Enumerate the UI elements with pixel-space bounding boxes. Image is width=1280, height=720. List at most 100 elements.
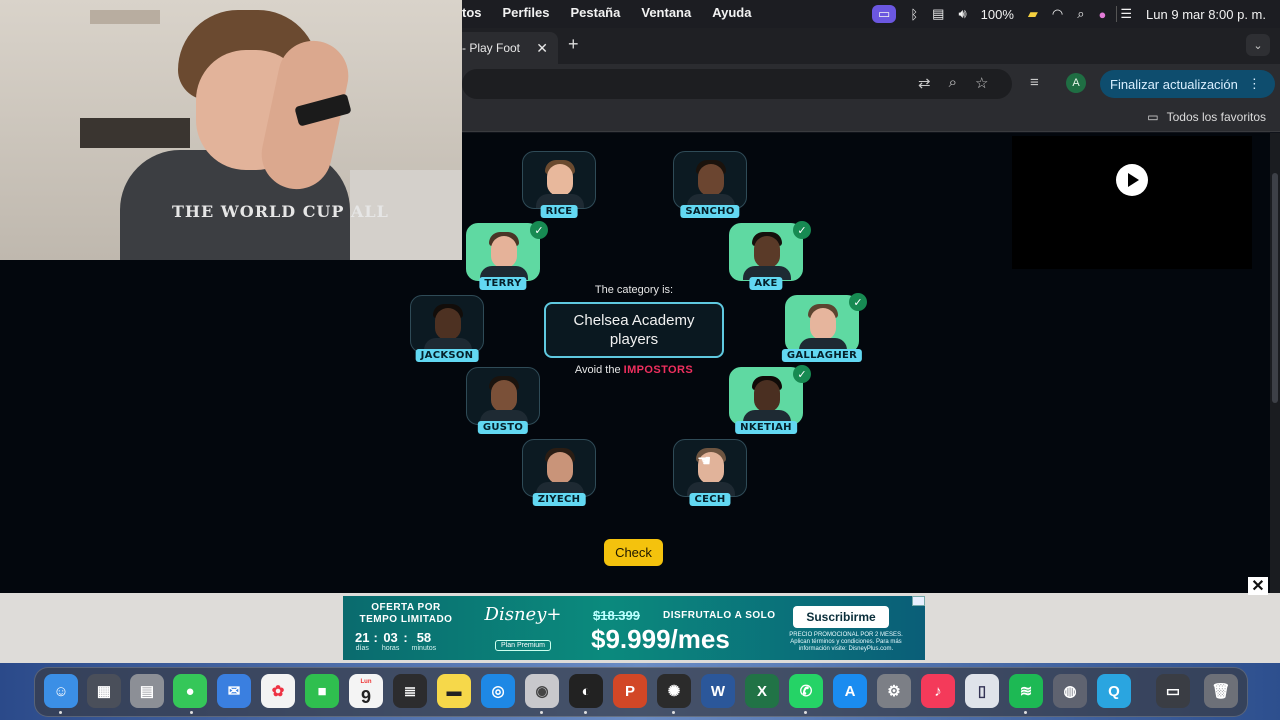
mail-icon[interactable]: ✉ <box>217 674 251 708</box>
menu-item-ventana[interactable]: Ventana <box>641 5 691 20</box>
powerpoint-icon[interactable]: P <box>613 674 647 708</box>
player-name: ZIYECH <box>532 493 586 506</box>
screen-record-icon[interactable]: ▭ <box>872 5 897 23</box>
close-icon[interactable]: ✕ <box>536 40 548 57</box>
system-settings-icon[interactable]: ⚙ <box>877 674 911 708</box>
reminders-icon[interactable]: ≣ <box>393 674 427 708</box>
whatsapp-icon[interactable]: ✆ <box>789 674 823 708</box>
subscribe-button[interactable]: Suscribirme <box>793 606 889 628</box>
facetime-icon[interactable]: ■ <box>305 674 339 708</box>
menubar-menu: tos Perfiles Pestaña Ventana Ayuda <box>462 5 751 20</box>
chrome-icon[interactable]: ◉ <box>525 674 559 708</box>
ad-hours-label: horas <box>381 645 400 652</box>
scrollbar-thumb[interactable] <box>1272 173 1278 403</box>
display-icon[interactable]: ▤ <box>932 6 944 22</box>
photos-icon[interactable]: ✿ <box>261 674 295 708</box>
ad-days-label: días <box>355 645 369 652</box>
ad-tagline: DISFRUTALO A SOLO <box>663 610 776 621</box>
search-icon[interactable]: ⌕ <box>1077 6 1084 22</box>
shirt-text: THE WORLD CUP ALL <box>172 202 389 221</box>
disk-utility-icon[interactable]: ◍ <box>1053 674 1087 708</box>
bluetooth-icon[interactable]: ᛒ <box>910 7 918 22</box>
zoom-icon[interactable]: ⌕ <box>949 74 957 92</box>
avatar[interactable]: A <box>1066 73 1086 93</box>
hand-cursor-icon: ☚ <box>697 453 712 470</box>
check-button[interactable]: Check <box>604 539 663 566</box>
ad-close-button[interactable]: ✕ <box>1248 577 1268 595</box>
finder-icon[interactable]: ☺ <box>44 674 78 708</box>
disney-ad-banner[interactable]: OFERTA POR TEMPO LIMITADO 21 días : 03 hor… <box>343 596 925 660</box>
wifi-icon[interactable]: ◠ <box>1052 6 1063 22</box>
more-icon[interactable]: ⋮ <box>1248 76 1261 92</box>
menu-item-perfiles[interactable]: Perfiles <box>503 5 550 20</box>
menu-item-tos[interactable]: tos <box>462 5 482 20</box>
ad-price: $9.999/mes <box>591 624 730 654</box>
browser-tab[interactable]: - Play Foot ✕ <box>450 32 558 64</box>
player-card-jackson[interactable]: JACKSON <box>410 295 484 362</box>
player-card-sancho[interactable]: SANCHO <box>673 151 747 218</box>
player-name: GUSTO <box>477 421 529 434</box>
app-store-icon[interactable]: A <box>833 674 867 708</box>
update-button-label: Finalizar actualización <box>1110 76 1238 92</box>
menu-item-ayuda[interactable]: Ayuda <box>712 5 751 20</box>
safari-icon[interactable]: ◎ <box>481 674 515 708</box>
trash-icon[interactable]: 🗑︎ <box>1204 674 1238 708</box>
menu-item-pestana[interactable]: Pestaña <box>570 5 620 20</box>
messages-icon[interactable]: ● <box>173 674 207 708</box>
music-icon[interactable]: ♪ <box>921 674 955 708</box>
player-card-gusto[interactable]: GUSTO <box>466 367 540 434</box>
excel-icon[interactable]: X <box>745 674 779 708</box>
calendar-month: Lun <box>360 678 372 685</box>
player-card-nketiah[interactable]: NKETIAH ✓ <box>729 365 811 434</box>
player-card-terry[interactable]: TERRY ✓ <box>466 221 548 290</box>
control-center-icon[interactable]: ☰ <box>1120 6 1132 22</box>
video-player[interactable] <box>1012 136 1252 269</box>
reading-list-icon[interactable]: ≡ <box>1030 74 1039 91</box>
calendar-icon[interactable]: Lun 9 <box>349 674 383 708</box>
new-tab-button[interactable]: + <box>568 34 579 55</box>
player-card-ake[interactable]: AKE ✓ <box>729 221 811 290</box>
folder-icon: ▭ <box>1147 110 1159 124</box>
star-icon[interactable]: ☆ <box>975 74 988 92</box>
player-face <box>743 376 791 424</box>
update-button[interactable]: Finalizar actualización ⋮ <box>1100 70 1275 98</box>
launchpad-icon[interactable]: ▦ <box>87 674 121 708</box>
player-name: RICE <box>540 205 578 218</box>
quicktime-icon[interactable]: Q <box>1097 674 1131 708</box>
calculator-icon[interactable]: ▤ <box>130 674 164 708</box>
chatgpt-icon[interactable]: ✺ <box>657 674 691 708</box>
battery-percent: 100% <box>980 6 1014 22</box>
shelf <box>90 10 160 24</box>
player-card-ziyech[interactable]: ZIYECH <box>522 439 596 506</box>
siri-icon[interactable]: ● <box>1099 7 1107 22</box>
translate-icon[interactable]: ⇄ <box>918 74 931 92</box>
notes-icon[interactable]: ▬ <box>437 674 471 708</box>
bookmarks-folder[interactable]: ▭ Todos los favoritos <box>1147 110 1266 124</box>
preview-icon[interactable]: ▯ <box>965 674 999 708</box>
ad-hours: 03 <box>383 630 398 645</box>
ad-fine-print: PRECIO PROMOCIONAL POR 2 MESES. Aplican … <box>789 632 903 652</box>
adchoices-icon[interactable] <box>912 596 925 606</box>
page-scrollbar[interactable] <box>1270 133 1280 663</box>
volume-icon[interactable]: 🔊︎ <box>958 6 966 22</box>
player-name: SANCHO <box>680 205 740 218</box>
player-face <box>536 448 584 496</box>
word-icon[interactable]: W <box>701 674 735 708</box>
category-box: Chelsea Academy players <box>544 302 724 358</box>
player-name: AKE <box>749 277 783 290</box>
menubar-clock[interactable]: Lun 9 mar 8:00 p. m. <box>1146 7 1266 22</box>
player-photo <box>673 151 747 209</box>
play-icon[interactable] <box>1116 164 1148 196</box>
player-card-rice[interactable]: RICE <box>522 151 596 218</box>
player-photo <box>522 151 596 209</box>
ad-offer: OFERTA POR TEMPO LIMITADO <box>359 602 453 625</box>
bookmarks-divider <box>1116 6 1117 22</box>
chevron-down-icon[interactable]: ⌄ <box>1246 34 1270 56</box>
ad-minutes-label: minutos <box>411 645 437 652</box>
downloads-icon[interactable]: ▭ <box>1156 674 1190 708</box>
player-card-gallagher[interactable]: GALLAGHER ✓ <box>781 293 867 362</box>
obs-icon[interactable]: ◐ <box>569 674 603 708</box>
battery-icon[interactable]: ▰ <box>1028 6 1038 22</box>
ad-minutes: 58 <box>416 630 432 645</box>
spotify-icon[interactable]: ≋ <box>1009 674 1043 708</box>
